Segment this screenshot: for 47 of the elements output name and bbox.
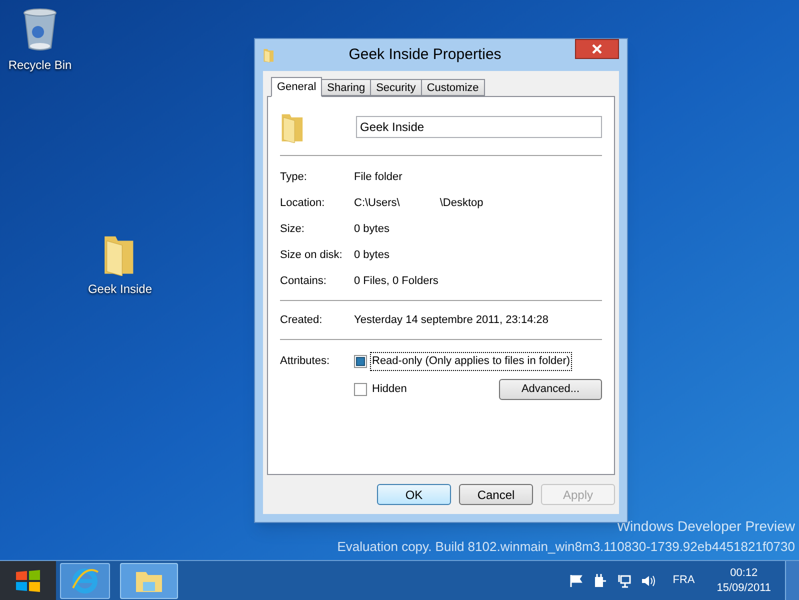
checkbox-label[interactable]: Read-only (Only applies to files in folder)	[370, 352, 572, 370]
property-label: Size on disk:	[280, 248, 344, 263]
recycle-bin-icon	[22, 8, 58, 52]
name-field[interactable]: Geek Inside	[356, 116, 602, 138]
start-button[interactable]	[0, 560, 56, 600]
watermark-text: Evaluation copy. Build 8102.winmain_win8m3.110830-1739.92eb4451821f0730	[337, 538, 795, 556]
property-value: 0 Files, 0 Folders	[354, 274, 438, 289]
property-value: C:\Users\	[354, 196, 400, 211]
dialog-button[interactable]: Cancel	[459, 484, 533, 505]
watermark-text: Windows Developer Preview	[616, 517, 795, 536]
flag-icon	[568, 574, 583, 588]
taskbar-app-button[interactable]	[120, 562, 178, 598]
tab[interactable]: Customize	[420, 79, 485, 96]
property-label: Attributes:	[280, 354, 331, 369]
window-title: Geek Inside Properties	[348, 44, 502, 65]
language-indicator[interactable]: FRA	[672, 572, 695, 589]
property-label: Type:	[280, 170, 308, 185]
checkbox[interactable]	[354, 354, 367, 368]
tab[interactable]: General	[271, 77, 322, 97]
network-icon	[616, 574, 631, 588]
close-button[interactable]	[575, 39, 619, 59]
clock-date[interactable]: 15/09/2011	[716, 580, 771, 596]
property-label: Created:	[280, 312, 324, 328]
property-value: 0 bytes	[354, 248, 390, 263]
property-label: Location:	[280, 196, 326, 211]
close-icon	[592, 44, 602, 54]
property-value: \Desktop	[440, 196, 484, 211]
tab[interactable]: Security	[370, 79, 422, 96]
property-label: Size:	[280, 222, 306, 237]
letter-e-browser-icon	[71, 568, 99, 594]
property-value: Yesterday 14 septembre 2011, 23:14:28	[354, 312, 548, 328]
speaker-icon	[640, 574, 655, 588]
checkbox[interactable]	[354, 382, 367, 396]
advanced-button[interactable]: Advanced...	[499, 378, 602, 400]
desktop-icon-label[interactable]: Geek Inside	[88, 280, 152, 298]
power-plug-icon	[592, 574, 607, 588]
property-label: Contains:	[280, 274, 328, 289]
windows-logo-icon	[15, 568, 41, 592]
show-desktop-button[interactable]	[785, 560, 799, 600]
checkbox-label[interactable]: Hidden	[370, 380, 409, 398]
desktop-icon-label[interactable]: Recycle Bin	[8, 56, 72, 74]
property-value: 0 bytes	[354, 222, 390, 237]
folder-icon	[263, 47, 275, 63]
dialog-button[interactable]: OK	[377, 484, 451, 505]
tab[interactable]: Sharing	[321, 79, 372, 96]
clock-time[interactable]: 00:12	[730, 566, 758, 580]
property-value: File folder	[354, 170, 402, 185]
